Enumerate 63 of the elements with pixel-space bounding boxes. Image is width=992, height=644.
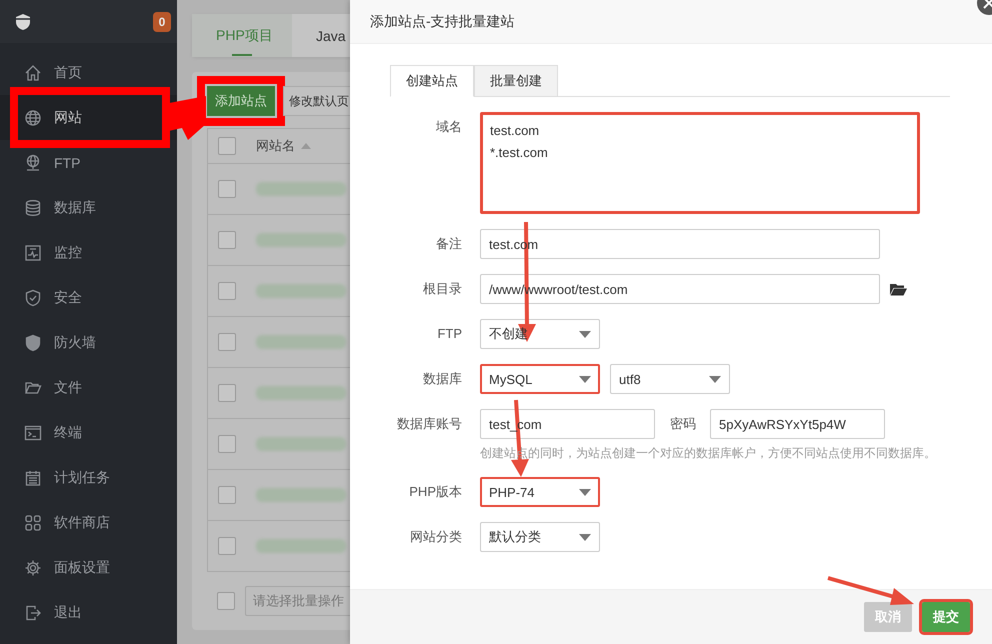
field-label: 数据库账号	[396, 415, 462, 433]
domain-textarea[interactable]: test.com *.test.com	[480, 112, 920, 214]
field-label: 备注	[435, 235, 462, 253]
caret-icon	[579, 330, 591, 338]
checkbox[interactable]	[218, 282, 236, 300]
shield-icon	[24, 288, 42, 306]
sidebar-item[interactable]: 文件	[0, 365, 177, 410]
caret-icon	[579, 534, 591, 540]
field-label: 密码	[669, 415, 697, 433]
shield-icon	[24, 334, 42, 352]
field-label: 域名	[435, 118, 462, 136]
settings-icon	[24, 558, 42, 576]
select-field[interactable]: 默认分类	[480, 522, 600, 552]
submit-button[interactable]: 提交	[922, 602, 970, 632]
caret-icon	[579, 376, 591, 382]
globe-icon	[24, 108, 42, 126]
logo-icon	[14, 12, 32, 30]
home-icon	[24, 64, 42, 82]
checkbox[interactable]	[218, 384, 236, 402]
field-label: PHP版本	[408, 483, 462, 501]
tab[interactable]: 批量创建	[474, 65, 558, 96]
sidebar-item[interactable]: 防火墙	[0, 320, 177, 365]
sort-icon[interactable]	[301, 143, 311, 149]
caret-icon	[709, 376, 721, 382]
terminal-icon	[24, 424, 42, 442]
checkbox[interactable]	[218, 180, 236, 198]
checkbox[interactable]	[218, 333, 236, 351]
sidebar-item[interactable]: 终端	[0, 410, 177, 455]
sidebar-item[interactable]: 退出	[0, 590, 177, 635]
notification-badge[interactable]: 0	[153, 12, 171, 32]
checkbox[interactable]	[218, 435, 236, 453]
sidebar-item[interactable]: 首页	[0, 50, 177, 95]
select-field[interactable]: PHP-74	[480, 477, 600, 507]
field-label: FTP	[436, 325, 462, 343]
sidebar-item[interactable]: 面板设置	[0, 545, 177, 590]
tab[interactable]: 创建站点	[390, 65, 474, 97]
field-label: 数据库	[422, 370, 462, 388]
exit-icon	[24, 604, 42, 622]
checkbox[interactable]	[218, 137, 236, 155]
checkbox[interactable]	[218, 486, 236, 504]
select-field[interactable]: MySQL	[480, 364, 600, 394]
sidebar-item[interactable]: 计划任务	[0, 455, 177, 500]
checkbox[interactable]	[218, 537, 236, 555]
database-icon	[24, 198, 42, 216]
sidebar-item[interactable]: 软件商店	[0, 500, 177, 545]
folder-icon[interactable]	[890, 282, 907, 296]
calendar-icon	[24, 468, 42, 486]
field-label: 根目录	[422, 280, 462, 298]
checkbox[interactable]	[218, 231, 236, 249]
toolbar-button[interactable]: 添加站点	[207, 86, 275, 116]
globe-icon	[24, 154, 42, 172]
sidebar-item[interactable]: 安全	[0, 275, 177, 320]
column-header[interactable]: 网站名	[256, 137, 295, 155]
password-field[interactable]: 5pXyAwRSYxYt5p4W	[710, 409, 885, 439]
sidebar-item[interactable]: 监控	[0, 230, 177, 275]
sidebar-item[interactable]: FTP	[0, 140, 177, 185]
grid-icon	[24, 514, 42, 532]
checkbox[interactable]	[217, 592, 235, 610]
field-label: 网站分类	[409, 528, 462, 546]
caret-icon	[579, 488, 591, 496]
select-field[interactable]: utf8	[610, 364, 730, 394]
monitor-chart-icon	[24, 244, 42, 262]
sidebar-item[interactable]: 数据库	[0, 185, 177, 230]
